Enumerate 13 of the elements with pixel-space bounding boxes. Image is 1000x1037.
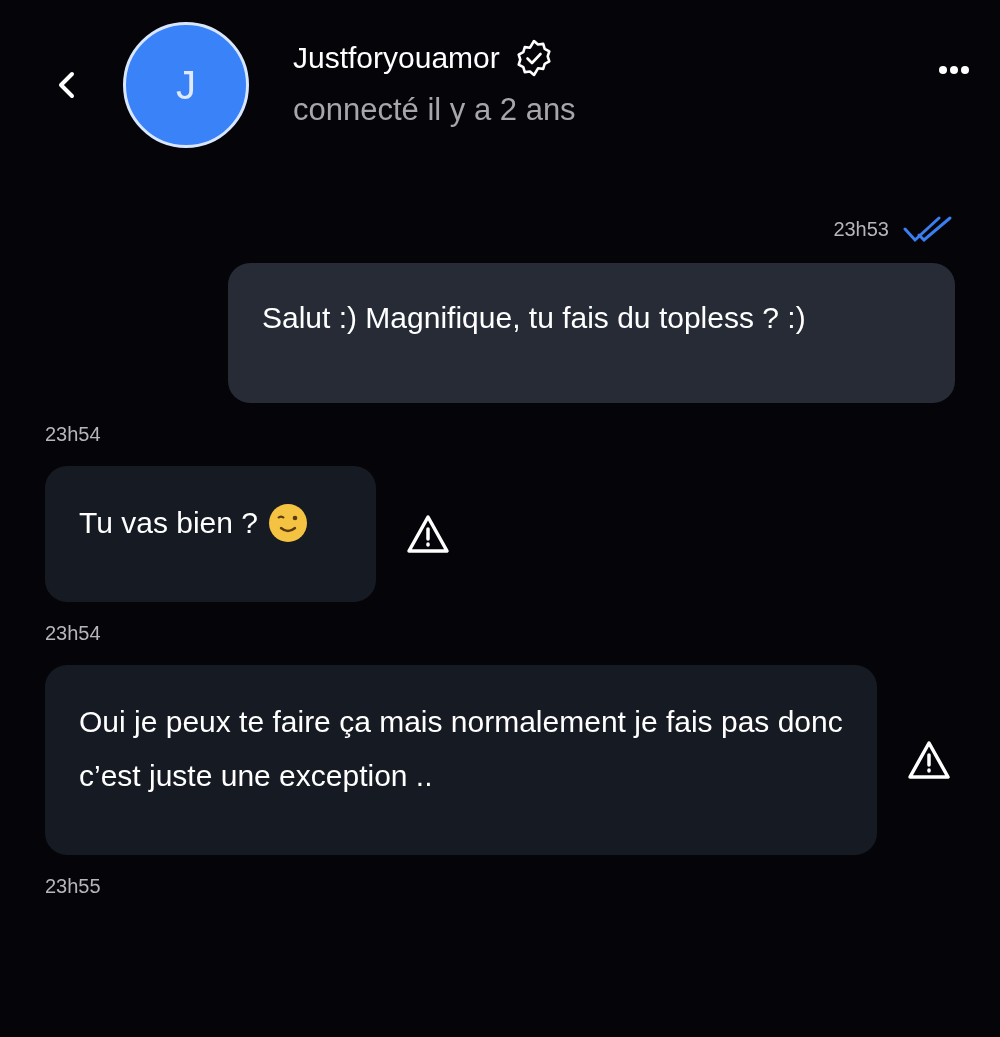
message-time: 23h54 xyxy=(45,423,101,446)
message-text: Oui je peux te faire ça mais normalement je fais pas donc c’est juste une exception .. xyxy=(79,704,843,794)
more-options-icon[interactable] xyxy=(938,65,970,75)
message-time: 23h55 xyxy=(45,875,101,898)
last-seen-status: connecté il y a 2 ans xyxy=(293,91,577,128)
warning-icon[interactable] xyxy=(406,514,450,554)
message-time: 23h54 xyxy=(45,622,101,645)
sent-message-bubble: Salut :) Magnifique, tu fais du topless ? :) xyxy=(228,263,955,403)
warning-icon[interactable] xyxy=(907,740,951,780)
avatar[interactable]: J xyxy=(123,22,249,148)
message-time: 23h53 xyxy=(833,217,889,241)
contact-name: Justforyouamor xyxy=(293,40,500,75)
message-text: Tu vas bien ? xyxy=(79,505,258,541)
